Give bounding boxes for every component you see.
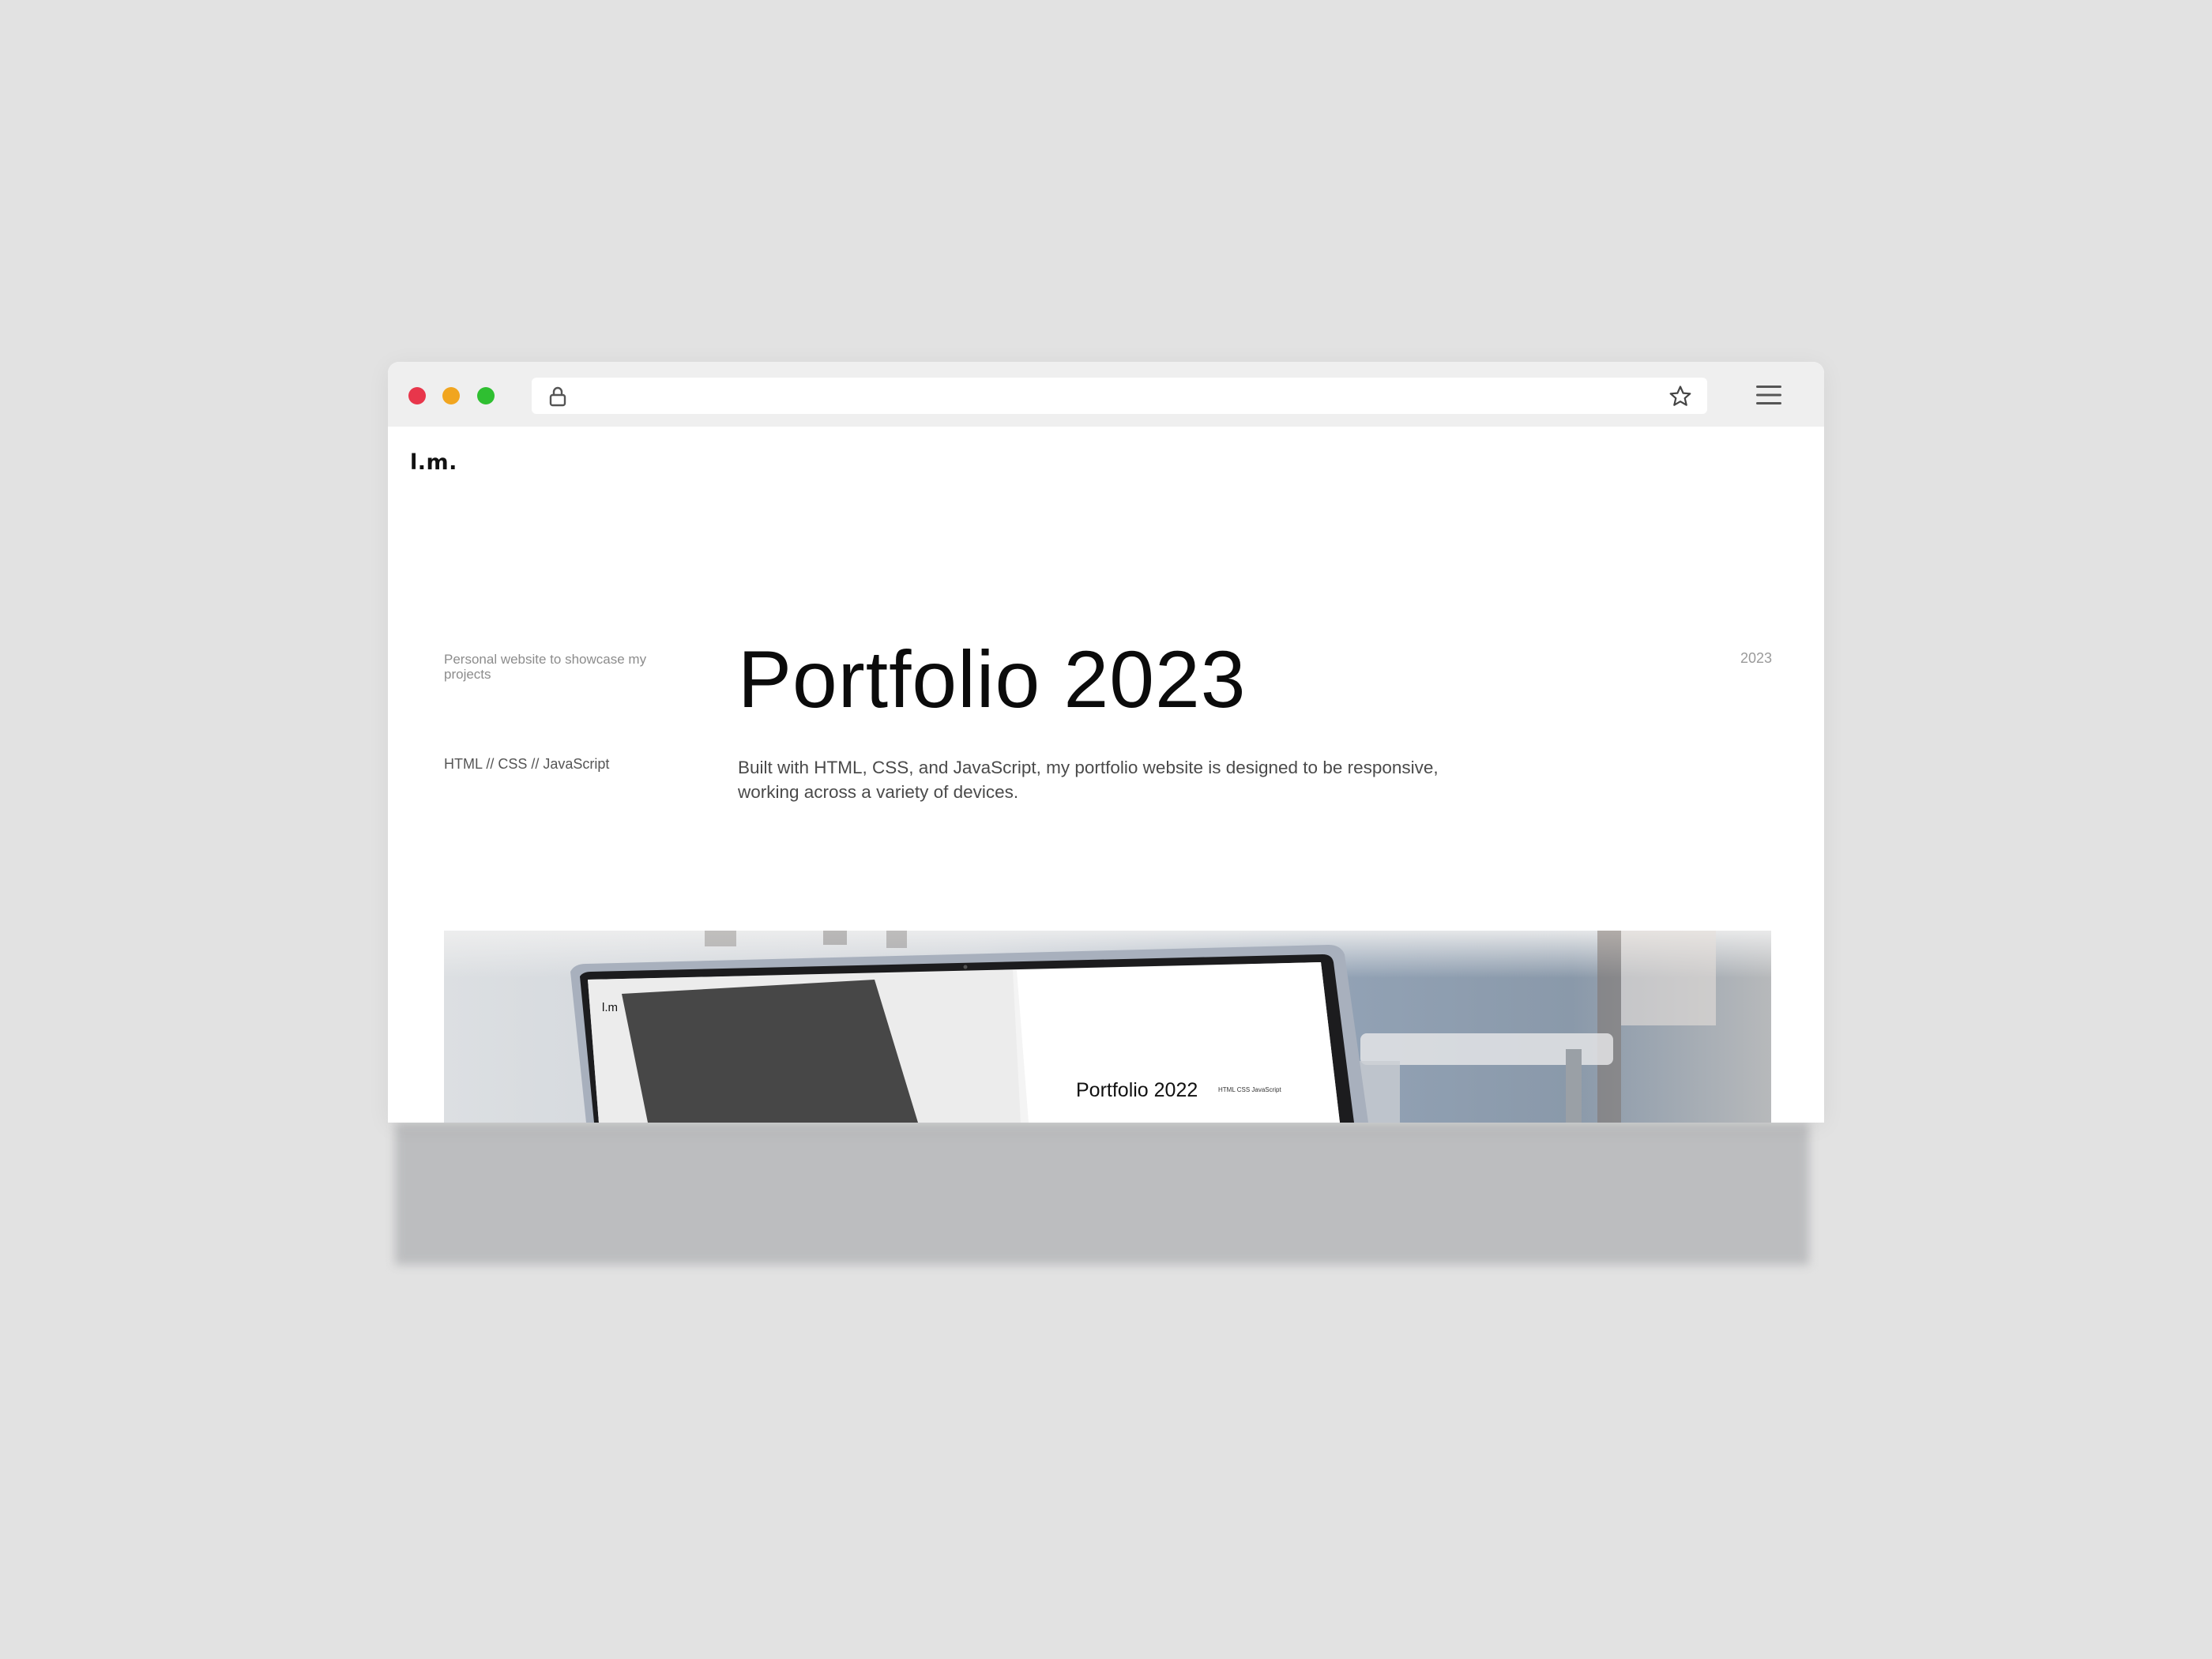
- window-shadow: [395, 1123, 1809, 1265]
- screen-title-text: Portfolio 2022: [1076, 1079, 1198, 1101]
- project-summary: Personal website to showcase my projects: [444, 652, 647, 682]
- page-content: l.m. Personal website to showcase my pro…: [388, 427, 1824, 1123]
- project-year: 2023: [1740, 650, 1772, 666]
- project-tech-stack: HTML // CSS // JavaScript: [444, 756, 610, 772]
- hero-image: l.m Portfolio 2022 HTML CSS JavaScript: [444, 931, 1771, 1123]
- close-button[interactable]: [408, 387, 426, 404]
- site-logo[interactable]: l.m.: [410, 450, 457, 475]
- star-icon[interactable]: [1668, 384, 1693, 409]
- browser-toolbar: [388, 362, 1824, 427]
- address-bar[interactable]: [532, 378, 1707, 414]
- maximize-button[interactable]: [477, 387, 495, 404]
- scene: l.m. Personal website to showcase my pro…: [0, 0, 2212, 1659]
- hamburger-menu-icon[interactable]: [1755, 383, 1783, 407]
- project-description: Built with HTML, CSS, and JavaScript, my…: [738, 758, 1439, 802]
- screen-tech-text: HTML CSS JavaScript: [1218, 1086, 1282, 1093]
- laptop-photo: l.m Portfolio 2022 HTML CSS JavaScript: [444, 931, 1771, 1123]
- lock-icon: [549, 386, 566, 407]
- project-title: Portfolio 2023: [738, 634, 1247, 724]
- screen-logo-text: l.m: [602, 1001, 618, 1014]
- browser-window: l.m. Personal website to showcase my pro…: [388, 362, 1824, 1123]
- minimize-button[interactable]: [442, 387, 460, 404]
